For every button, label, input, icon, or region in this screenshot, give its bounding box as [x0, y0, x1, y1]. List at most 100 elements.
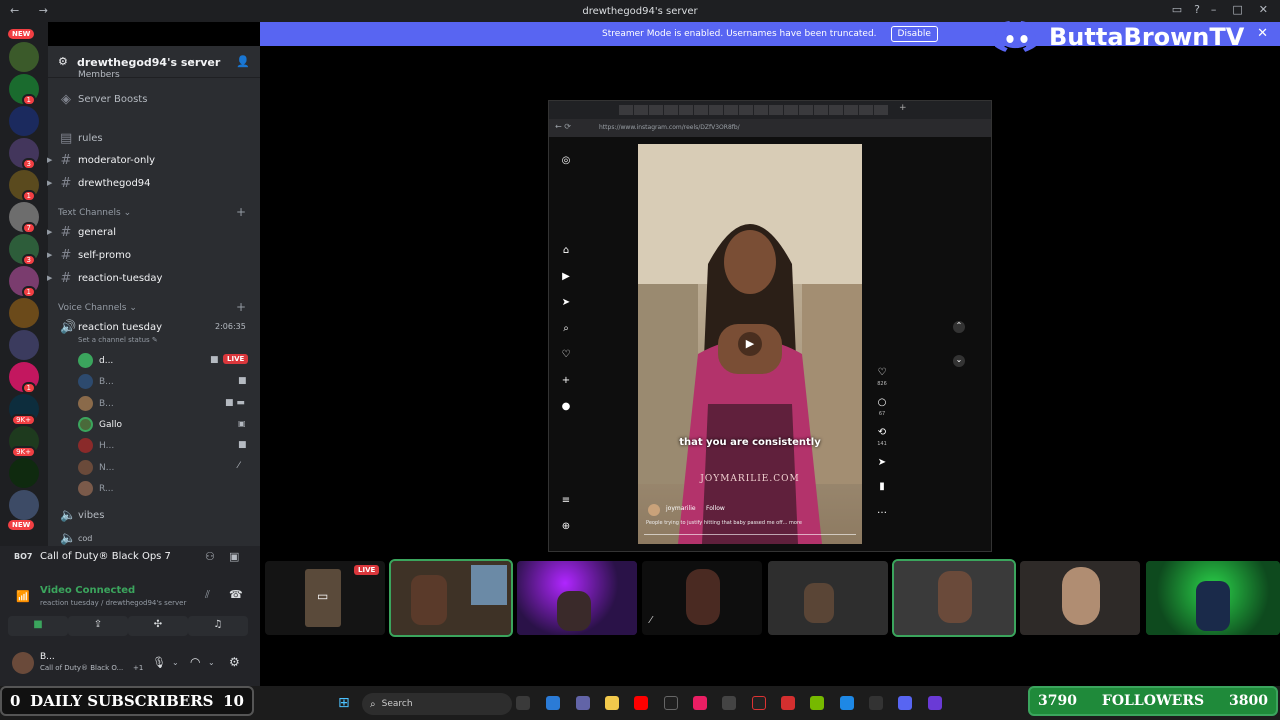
microphone-icon[interactable]: 🎙	[152, 656, 166, 669]
reel-account[interactable]: joymarilie	[666, 505, 696, 512]
server-icon[interactable]: 1	[9, 362, 39, 394]
activity-launch-icon[interactable]: ▣	[229, 550, 239, 563]
windows-start-icon[interactable]: ⊞	[338, 695, 350, 711]
share-icon[interactable]: ➤	[876, 457, 888, 468]
voice-channel-cod[interactable]: 🔈 cod	[60, 531, 92, 546]
more-icon[interactable]: …	[876, 505, 888, 516]
server-icon[interactable]: 3	[9, 234, 39, 266]
channel-drewthegod94[interactable]: # drewthegod94	[60, 176, 151, 191]
screen-share-button[interactable]: ⇪	[68, 616, 128, 636]
app-icon[interactable]	[781, 696, 795, 710]
server-icon[interactable]: 1	[9, 170, 39, 202]
home-icon[interactable]: ⌂	[560, 245, 572, 256]
disconnect-icon[interactable]: ☎	[229, 588, 243, 601]
stream-tile[interactable]	[517, 561, 637, 635]
channel-members[interactable]: Members	[78, 70, 120, 80]
like-icon[interactable]: ♡	[876, 367, 888, 378]
profile-icon[interactable]: ●	[560, 401, 572, 412]
back-icon[interactable]: ← ⟳	[555, 122, 571, 131]
terminal-icon[interactable]	[664, 696, 678, 710]
menu-icon[interactable]: ≡	[560, 495, 572, 506]
browser-tabs[interactable]: +	[549, 101, 991, 119]
channel-server-boosts[interactable]: ◈ Server Boosts	[60, 92, 147, 107]
disable-button[interactable]: Disable	[890, 26, 938, 42]
stream-tile[interactable]	[1146, 561, 1280, 635]
channel-self-promo[interactable]: # self-promo	[60, 248, 131, 263]
create-icon[interactable]: +	[560, 375, 572, 386]
app-icon[interactable]	[928, 696, 942, 710]
progress-bar[interactable]	[644, 534, 856, 535]
tiktok-icon[interactable]	[693, 696, 707, 710]
copilot-icon[interactable]	[546, 696, 560, 710]
stream-tile[interactable]	[389, 559, 513, 637]
reel-video[interactable]: ▶ joymarilie Follow People trying to jus…	[638, 144, 862, 544]
add-channel-icon[interactable]: +	[236, 205, 246, 219]
voice-channel-vibes[interactable]: 🔈 vibes	[60, 508, 104, 523]
stream-tile[interactable]	[768, 561, 888, 635]
youtube-icon[interactable]	[634, 696, 648, 710]
avatar[interactable]	[12, 652, 34, 674]
stream-tile[interactable]	[1020, 561, 1140, 635]
category-text-channels[interactable]: Text Channels ⌄	[58, 208, 131, 218]
signal-icon[interactable]: 📶	[16, 590, 30, 603]
connection-channel[interactable]: reaction tuesday / drewthegod94's server	[40, 599, 186, 607]
voice-user[interactable]: B...	[78, 374, 114, 389]
scroll-up-icon[interactable]: ⌃	[953, 321, 965, 333]
play-icon[interactable]: ▶	[738, 332, 762, 356]
server-icon[interactable]	[9, 458, 39, 488]
server-icon[interactable]	[9, 490, 39, 520]
voice-user[interactable]: R...	[78, 481, 114, 496]
nav-arrows-icon[interactable]: ← →	[10, 4, 56, 17]
chevron-down-icon[interactable]: ⌄	[208, 658, 215, 667]
stream-tile[interactable]: ⁄	[642, 561, 762, 635]
notifications-icon[interactable]: ♡	[560, 349, 572, 360]
new-tab-icon[interactable]: +	[899, 103, 907, 113]
app-icon[interactable]	[722, 696, 736, 710]
activities-button[interactable]: ✣	[128, 616, 188, 636]
threads-icon[interactable]: ⊕	[560, 521, 572, 532]
channel-moderator-only[interactable]: # moderator-only	[60, 153, 156, 168]
voice-user[interactable]: d...	[78, 353, 113, 368]
voice-user[interactable]: H...	[78, 438, 114, 453]
server-icon[interactable]	[9, 106, 39, 136]
stream-tile[interactable]	[892, 559, 1016, 637]
server-icon[interactable]: 1	[9, 74, 39, 106]
voice-channel-reaction-tuesday[interactable]: 🔊 reaction tuesday	[60, 320, 162, 335]
voice-user[interactable]: B...	[78, 396, 114, 411]
activity-people-icon[interactable]: ⚇	[205, 550, 215, 563]
address-bar[interactable]: ← ⟳ https://www.instagram.com/reels/DZfV…	[549, 119, 991, 137]
server-icon[interactable]: 1	[9, 266, 39, 298]
url-text[interactable]: https://www.instagram.com/reels/DZfV3OR8…	[599, 124, 740, 131]
nvidia-icon[interactable]	[810, 696, 824, 710]
app-icon[interactable]	[869, 696, 883, 710]
comment-icon[interactable]: ○	[876, 397, 888, 408]
server-icon[interactable]	[9, 298, 39, 328]
taskbar-search[interactable]: ⌕ Search	[362, 693, 512, 715]
teams-icon[interactable]	[576, 696, 590, 710]
server-icon[interactable]: 9K+	[9, 394, 39, 426]
channel-rules[interactable]: ▤ rules	[60, 131, 103, 146]
discord-icon[interactable]	[898, 696, 912, 710]
camera-button[interactable]: ■	[8, 616, 68, 636]
channel-reaction-tuesday[interactable]: # reaction-tuesday	[60, 271, 163, 286]
voice-user[interactable]: Gallo	[78, 417, 122, 432]
avatar[interactable]	[648, 504, 660, 516]
search-icon[interactable]: ⌕	[560, 323, 572, 334]
server-icon[interactable]: 9K+	[9, 426, 39, 458]
add-channel-icon[interactable]: +	[236, 300, 246, 314]
task-view-icon[interactable]	[516, 696, 530, 710]
instagram-icon[interactable]: ◎	[560, 155, 572, 166]
save-icon[interactable]: ▮	[876, 481, 888, 492]
app-icon[interactable]	[752, 696, 766, 710]
headset-icon[interactable]: ◠	[190, 655, 200, 669]
soundboard-button[interactable]: ♫	[188, 616, 248, 636]
edge-icon[interactable]	[840, 696, 854, 710]
category-voice-channels[interactable]: Voice Channels ⌄	[58, 303, 137, 313]
tab-strip[interactable]	[619, 105, 889, 115]
reels-icon[interactable]: ▶	[560, 271, 572, 282]
noise-suppression-icon[interactable]: ⫽	[205, 588, 210, 602]
chevron-down-icon[interactable]: ⌄	[172, 658, 179, 667]
explorer-icon[interactable]	[605, 696, 619, 710]
voice-user[interactable]: N...	[78, 460, 114, 475]
server-icon[interactable]: 3	[9, 138, 39, 170]
